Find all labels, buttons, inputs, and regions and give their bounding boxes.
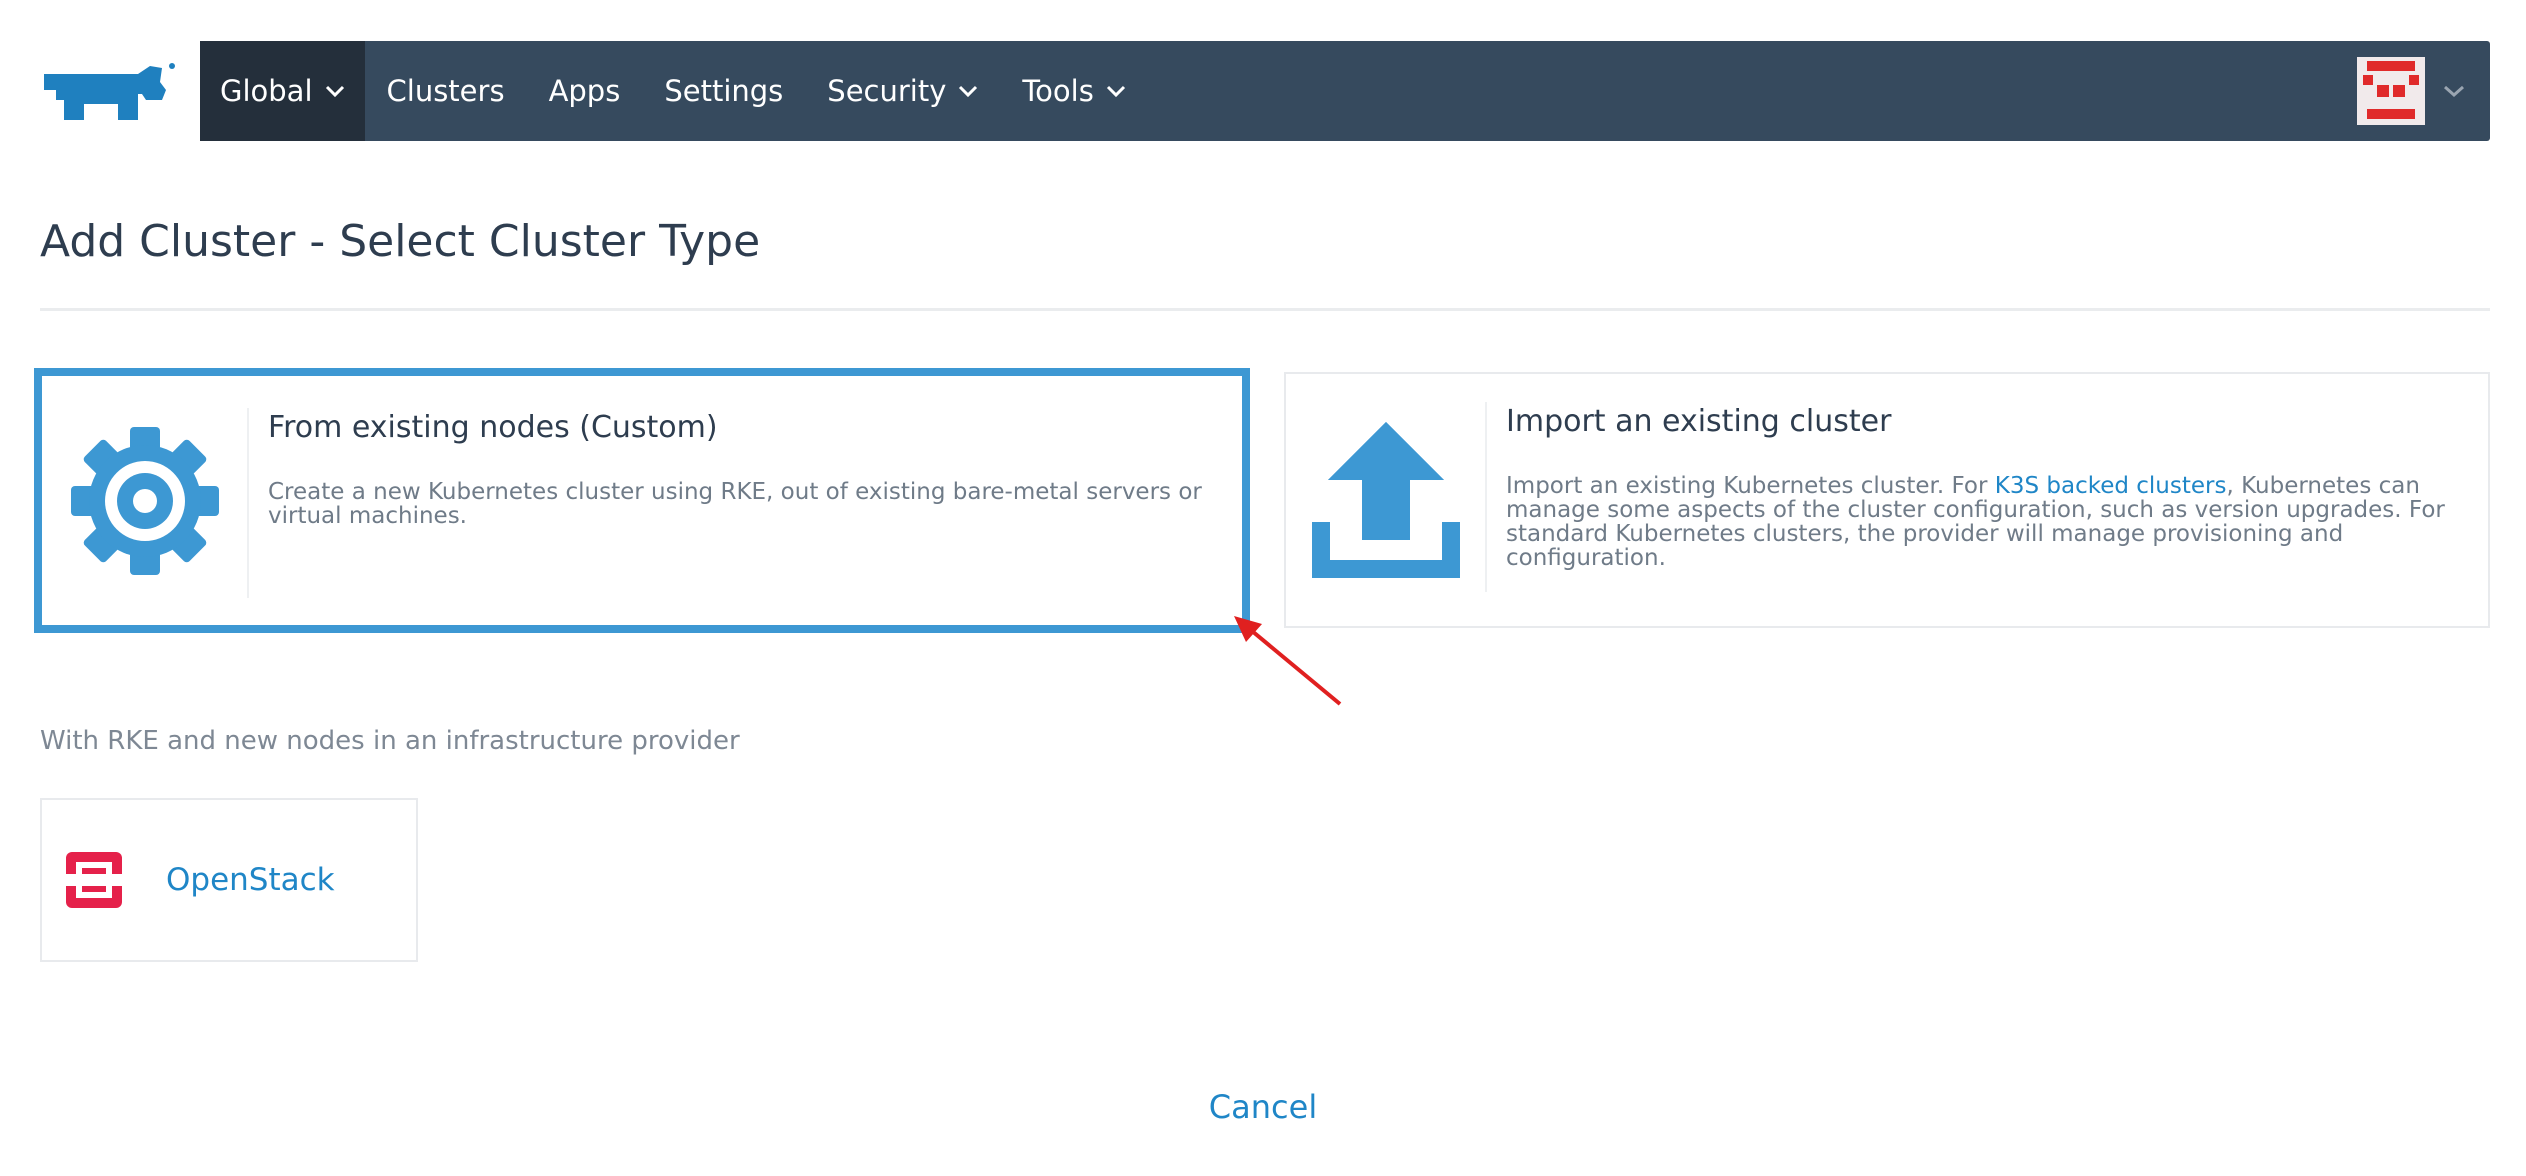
gear-icon bbox=[70, 426, 219, 575]
cluster-type-card-import[interactable]: Import an existing cluster Import an exi… bbox=[1284, 372, 2490, 628]
chevron-down-icon bbox=[325, 85, 344, 98]
card-icon-area bbox=[1286, 374, 1486, 626]
nav-item-tools[interactable]: Tools bbox=[1022, 41, 1125, 141]
card-description: Create a new Kubernetes cluster using RK… bbox=[268, 479, 1202, 529]
top-navbar: Global Clusters Apps Settings Security T… bbox=[200, 41, 2490, 141]
provider-card-openstack[interactable]: OpenStack bbox=[40, 798, 418, 962]
card-description-text: Import an existing Kubernetes cluster. F… bbox=[1506, 473, 1995, 499]
user-avatar-icon bbox=[2357, 57, 2425, 125]
nav-item-clusters[interactable]: Clusters bbox=[387, 41, 505, 141]
cluster-type-card-custom[interactable]: From existing nodes (Custom) Create a ne… bbox=[34, 368, 1250, 633]
nav-item-apps[interactable]: Apps bbox=[549, 41, 621, 141]
nav-item-label: Clusters bbox=[386, 74, 505, 108]
nav-item-settings[interactable]: Settings bbox=[664, 41, 783, 141]
chevron-down-icon bbox=[1106, 85, 1125, 98]
user-menu[interactable] bbox=[2357, 57, 2465, 125]
rancher-logo[interactable] bbox=[38, 60, 178, 126]
k3s-backed-clusters-link[interactable]: K3S backed clusters bbox=[1995, 473, 2227, 499]
card-separator bbox=[247, 408, 249, 598]
card-separator bbox=[1485, 402, 1487, 592]
nav-item-label: Tools bbox=[1022, 74, 1094, 108]
nav-global-label: Global bbox=[220, 74, 313, 108]
card-description: Import an existing Kubernetes cluster. F… bbox=[1506, 474, 2464, 570]
annotation-arrow-icon bbox=[1234, 616, 1342, 706]
upload-icon bbox=[1312, 422, 1460, 578]
nav-global[interactable]: Global bbox=[200, 41, 365, 141]
chevron-down-icon bbox=[2444, 85, 2464, 98]
card-icon-area bbox=[42, 376, 247, 625]
card-title: Import an existing cluster bbox=[1506, 404, 1892, 439]
chevron-down-icon bbox=[959, 85, 978, 98]
section-label: With RKE and new nodes in an infrastruct… bbox=[40, 726, 740, 756]
card-title: From existing nodes (Custom) bbox=[268, 410, 718, 445]
cancel-button[interactable]: Cancel bbox=[0, 1088, 2526, 1126]
nav-item-security[interactable]: Security bbox=[827, 41, 978, 141]
title-divider bbox=[40, 308, 2490, 311]
openstack-icon bbox=[66, 852, 122, 908]
provider-name: OpenStack bbox=[166, 862, 335, 898]
page-title: Add Cluster - Select Cluster Type bbox=[40, 216, 761, 267]
nav-item-label: Security bbox=[827, 74, 947, 108]
nav-item-label: Apps bbox=[548, 74, 621, 108]
nav-item-label: Settings bbox=[664, 74, 784, 108]
